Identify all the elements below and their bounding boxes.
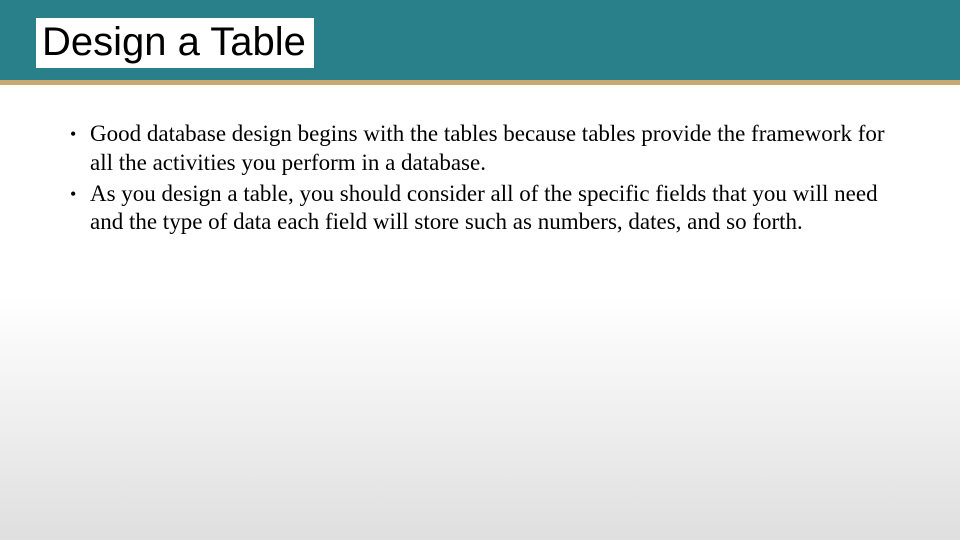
slide-title: Design a Table: [36, 18, 314, 68]
slide: Design a Table • Good database design be…: [0, 0, 960, 540]
bullet-item: • As you design a table, you should cons…: [70, 180, 900, 238]
bullet-icon: •: [70, 125, 76, 143]
bullet-item: • Good database design begins with the t…: [70, 120, 900, 178]
bullet-text: Good database design begins with the tab…: [90, 121, 885, 175]
body-text: • Good database design begins with the t…: [70, 120, 900, 239]
bullet-icon: •: [70, 185, 76, 203]
bullet-text: As you design a table, you should consid…: [90, 181, 878, 235]
title-underline: [0, 80, 960, 85]
